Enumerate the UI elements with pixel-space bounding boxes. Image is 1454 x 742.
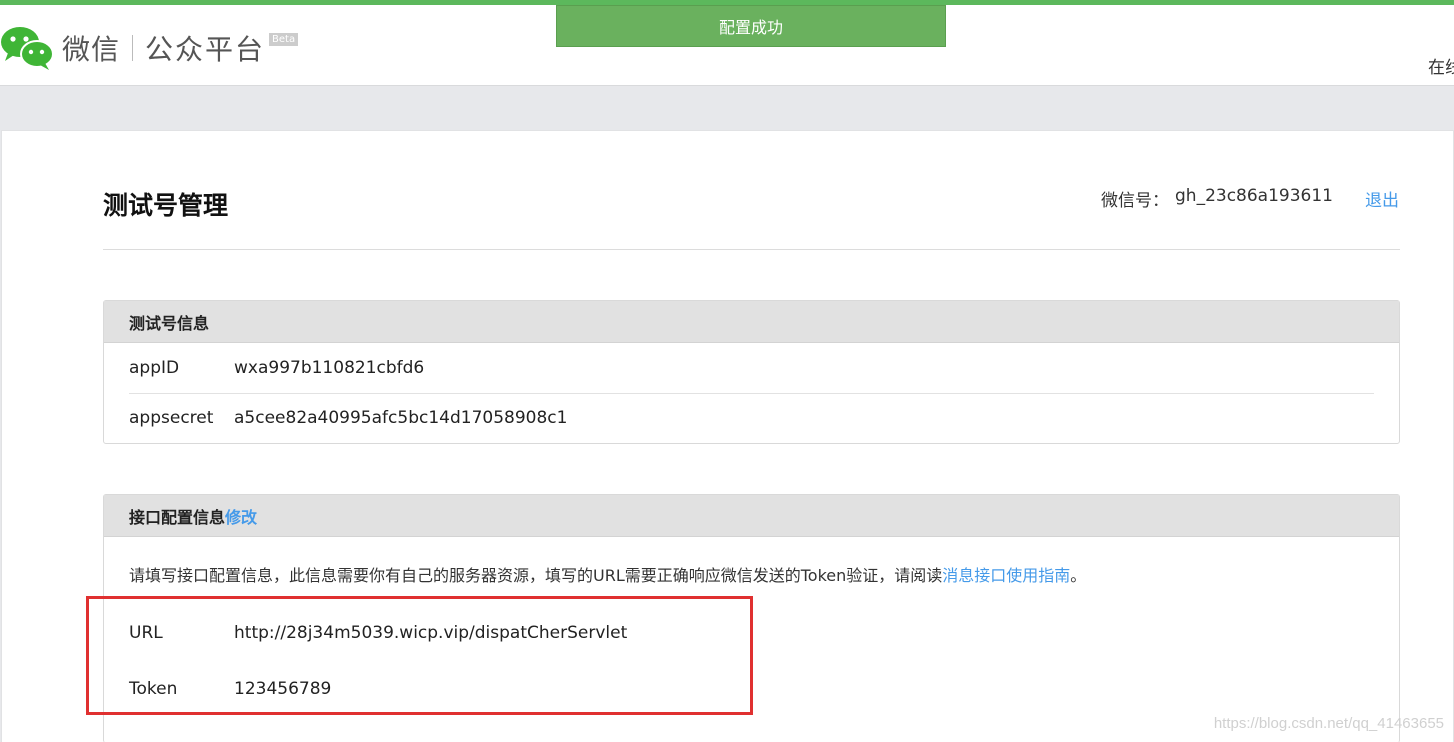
appid-label: appID bbox=[129, 358, 180, 378]
test-account-heading: 测试号信息 bbox=[104, 301, 1399, 343]
interface-description: 请填写接口配置信息，此信息需要你有自己的服务器资源，填写的URL需要正确响应微信… bbox=[104, 537, 1399, 587]
title-divider bbox=[103, 249, 1400, 250]
edit-config-link[interactable]: 修改 bbox=[225, 504, 257, 528]
account-label: 微信号： bbox=[1101, 191, 1169, 211]
brand-name: 微信 bbox=[62, 33, 121, 66]
interface-config-title: 接口配置信息 bbox=[129, 507, 226, 527]
watermark: https://blog.csdn.net/qq_41463655 bbox=[1213, 715, 1444, 732]
logout-link[interactable]: 退出 bbox=[1365, 186, 1399, 211]
platform-name: 公众平台 bbox=[145, 33, 266, 66]
appsecret-row: appsecret a5cee82a40995afc5bc14d17058908… bbox=[104, 393, 1399, 443]
annotation-highlight-box bbox=[86, 596, 753, 715]
appsecret-label: appsecret bbox=[129, 408, 214, 428]
test-account-panel: 测试号信息 appID wxa997b110821cbfd6 appsecret… bbox=[103, 300, 1400, 444]
logo-divider bbox=[132, 35, 134, 61]
appid-row: appID wxa997b110821cbfd6 bbox=[104, 343, 1399, 393]
wechat-logo-icon bbox=[1, 27, 54, 70]
interface-config-heading: 接口配置信息 修改 bbox=[104, 495, 1399, 537]
appid-value: wxa997b110821cbfd6 bbox=[234, 358, 425, 378]
page-title: 测试号管理 bbox=[103, 191, 229, 220]
description-end: 。 bbox=[1070, 566, 1087, 585]
success-toast: 配置成功 bbox=[556, 5, 946, 47]
description-text: 请填写接口配置信息，此信息需要你有自己的服务器资源，填写的URL需要正确响应微信… bbox=[129, 566, 943, 585]
appsecret-value: a5cee82a40995afc5bc14d17058908c1 bbox=[234, 408, 568, 428]
page: 微信 公众平台 Beta 配置成功 在线 测试号管理 微信号： gh_23c86… bbox=[0, 0, 1454, 742]
top-bar: 微信 公众平台 Beta 配置成功 在线 bbox=[0, 0, 1454, 86]
message-guide-link[interactable]: 消息接口使用指南 bbox=[942, 566, 1070, 585]
beta-badge: Beta bbox=[269, 33, 299, 46]
wechat-logo[interactable]: 微信 公众平台 Beta bbox=[0, 23, 299, 73]
top-right-text[interactable]: 在线 bbox=[1428, 53, 1454, 78]
account-id: gh_23c86a193611 bbox=[1175, 186, 1333, 206]
account-info: 微信号： gh_23c86a193611 退出 bbox=[1101, 186, 1399, 211]
